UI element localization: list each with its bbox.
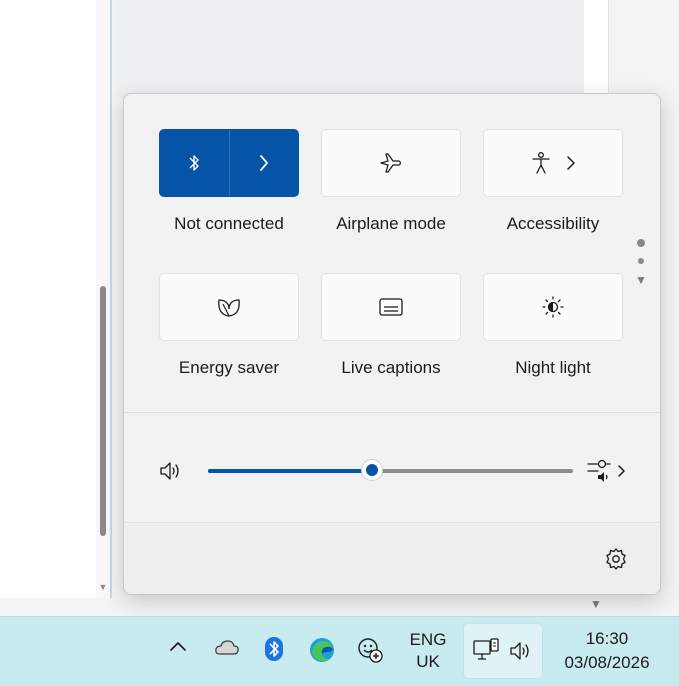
live-captions-label: Live captions <box>341 358 441 377</box>
language-code: ENG <box>409 630 447 649</box>
leaf-icon <box>215 295 243 319</box>
accessibility-label: Accessibility <box>506 214 600 233</box>
volume-slider-fill <box>208 469 373 473</box>
energy-saver-tile[interactable] <box>159 273 299 341</box>
chevron-up-icon[interactable] <box>168 639 188 653</box>
input-language-indicator[interactable]: ENG UK <box>402 629 454 673</box>
onedrive-icon[interactable] <box>214 639 240 657</box>
clock-time: 16:30 <box>585 629 629 648</box>
gear-icon[interactable] <box>604 547 628 576</box>
brightness-icon <box>541 295 565 319</box>
volume-slider-thumb[interactable] <box>361 459 384 481</box>
keyboard-layout: UK <box>416 652 440 671</box>
chevron-right-icon <box>566 155 576 171</box>
volume-icon <box>508 640 534 667</box>
captions-icon <box>378 297 404 317</box>
page-down-icon[interactable]: ▼ <box>634 273 648 287</box>
live-captions-tile[interactable] <box>321 273 461 341</box>
volume-slider[interactable] <box>208 459 573 481</box>
flyout-footer <box>124 524 660 594</box>
bluetooth-expand-button[interactable] <box>230 130 299 196</box>
accessibility-icon <box>530 151 552 175</box>
bluetooth-icon[interactable] <box>263 636 285 662</box>
scrollbar-thumb[interactable] <box>100 286 106 536</box>
clock[interactable]: 16:30 03/08/2026 <box>552 627 662 675</box>
page-dot-active[interactable] <box>637 239 645 247</box>
background-window-content <box>116 0 584 98</box>
divider <box>124 522 660 523</box>
scroll-down-icon[interactable]: ▼ <box>98 582 108 592</box>
divider <box>124 412 660 413</box>
bluetooth-tile-label: Not connected <box>174 214 284 233</box>
scroll-down-icon[interactable]: ▼ <box>588 597 604 611</box>
edge-icon[interactable] <box>309 637 335 663</box>
chevron-right-icon <box>258 154 270 172</box>
night-light-label: Night light <box>515 358 591 377</box>
page-dot[interactable] <box>638 258 644 264</box>
background-strip <box>0 598 679 616</box>
system-status-button[interactable] <box>463 623 543 679</box>
accessibility-tile[interactable] <box>483 129 623 197</box>
airplane-mode-label: Airplane mode <box>336 214 446 233</box>
bluetooth-toggle[interactable] <box>160 130 230 196</box>
airplane-mode-tile[interactable] <box>321 129 461 197</box>
quick-settings-flyout: Not connected Airplane mode Accessibilit… <box>123 93 661 595</box>
night-light-tile[interactable] <box>483 273 623 341</box>
window-divider <box>608 0 609 98</box>
background-window-right <box>584 0 608 98</box>
energy-saver-label: Energy saver <box>178 358 280 377</box>
clock-date: 03/08/2026 <box>564 653 650 672</box>
page-indicator: ▼ <box>634 239 648 287</box>
speaker-icon[interactable] <box>158 460 182 487</box>
bluetooth-tile[interactable] <box>159 129 299 197</box>
airplane-icon <box>378 150 404 176</box>
taskbar: ENG UK 16:30 03/08/2026 <box>0 616 679 686</box>
bluetooth-icon <box>187 153 201 173</box>
network-icon <box>472 638 500 669</box>
copilot-icon[interactable] <box>357 637 383 663</box>
audio-output-icon[interactable] <box>586 458 630 489</box>
